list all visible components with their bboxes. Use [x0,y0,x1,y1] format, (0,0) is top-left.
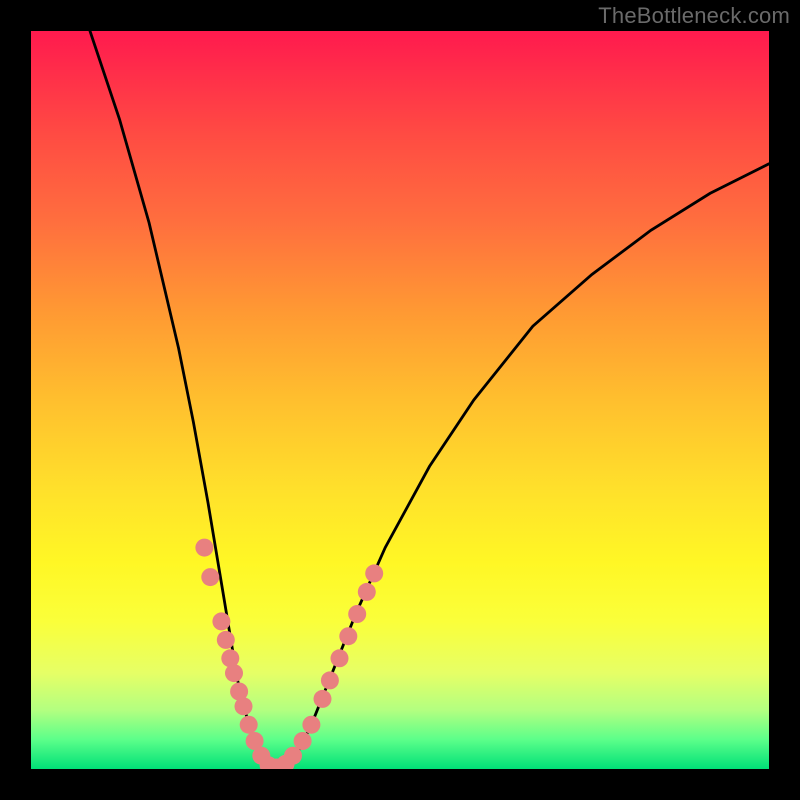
data-marker [240,716,258,734]
data-marker [294,732,312,750]
data-marker [358,583,376,601]
plot-area [31,31,769,769]
data-marker [314,690,332,708]
data-marker [348,605,366,623]
data-marker [195,539,213,557]
data-marker [321,671,339,689]
data-marker [201,568,219,586]
data-marker [331,649,349,667]
data-marker [302,716,320,734]
data-marker [365,564,383,582]
data-marker [212,612,230,630]
chart-frame: TheBottleneck.com [0,0,800,800]
data-marker [284,747,302,765]
data-marker [235,697,253,715]
data-marker [225,664,243,682]
watermark-text: TheBottleneck.com [598,3,790,29]
bottleneck-curve [90,31,769,769]
data-marker [217,631,235,649]
bottleneck-plot-svg [31,31,769,769]
data-marker [339,627,357,645]
